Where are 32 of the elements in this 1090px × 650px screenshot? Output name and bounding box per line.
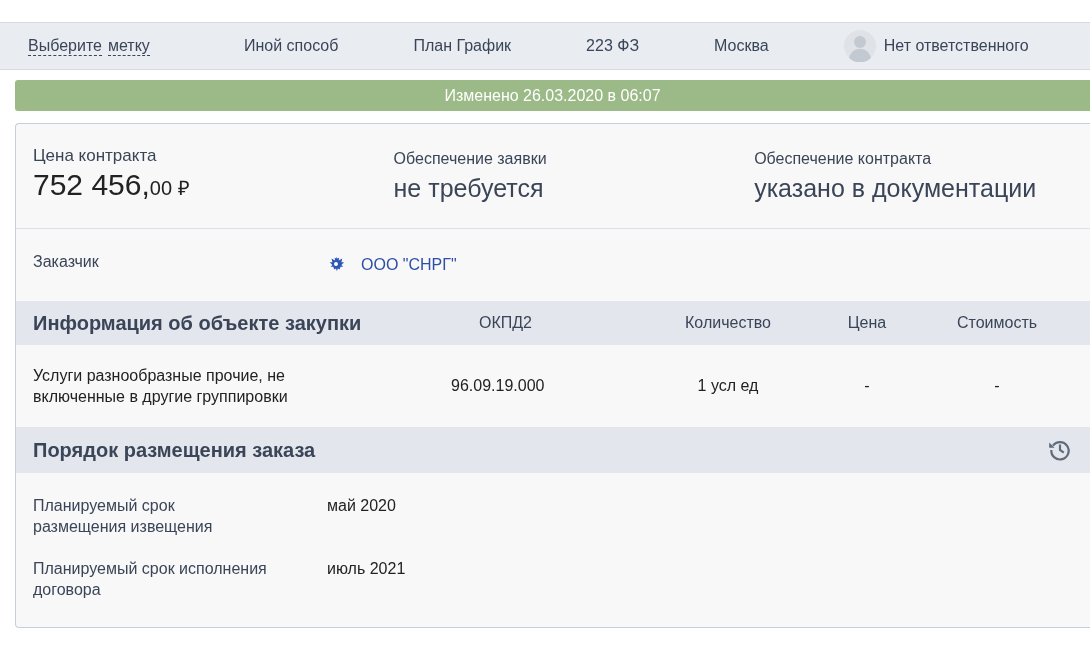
section-title: Порядок размещения заказа <box>33 438 316 462</box>
summary-label: Обеспечение контракта <box>754 150 933 168</box>
avatar-icon <box>843 30 876 62</box>
top-bar-item[interactable]: План График <box>413 36 512 56</box>
column-header: Количество <box>684 314 772 332</box>
table-cell-text: - <box>993 377 1001 395</box>
column-header: Стоимость <box>955 314 1039 332</box>
column-header: Цена <box>846 314 888 332</box>
tag-picker-link[interactable]: Выберите <box>28 36 102 56</box>
field-label: Планируемый срок размещения извещения <box>33 496 214 537</box>
contract-price: 752 456,00 ₽ <box>33 168 191 202</box>
top-bar-item[interactable]: Москва <box>714 36 769 56</box>
field-value: июль 2021 <box>327 559 406 579</box>
responsible-label[interactable]: Нет ответственного <box>883 36 1029 56</box>
customer-label: Заказчик <box>33 251 100 272</box>
table-cell-text: Услуги разнообразные прочие, не включенные в другие группировки <box>33 366 289 407</box>
tag-picker-link[interactable]: метку <box>107 36 150 56</box>
summary-value: не требуется <box>393 174 545 203</box>
summary-label: Цена контракта <box>33 146 158 166</box>
table-cell-text: - <box>863 377 871 395</box>
top-bar-item[interactable]: 223 ФЗ <box>586 36 640 56</box>
column-header: ОКПД2 <box>479 314 533 332</box>
field-label: Планируемый срок исполнения договора <box>33 559 268 600</box>
section-title: Информация об объекте закупки <box>33 311 363 335</box>
modified-banner: Изменено 26.03.2020 в 06:07 <box>15 80 1090 111</box>
table-cell-text: 96.09.19.000 <box>451 377 546 395</box>
top-bar-item[interactable]: Иной способ <box>244 36 339 56</box>
table-cell-text: 1 усл ед <box>696 377 760 395</box>
summary-label: Обеспечение заявки <box>393 150 548 168</box>
summary-value: указано в документации <box>754 174 1038 203</box>
customer-link[interactable]: ООО "СНРГ" <box>361 256 457 274</box>
field-value: май 2020 <box>327 496 396 516</box>
